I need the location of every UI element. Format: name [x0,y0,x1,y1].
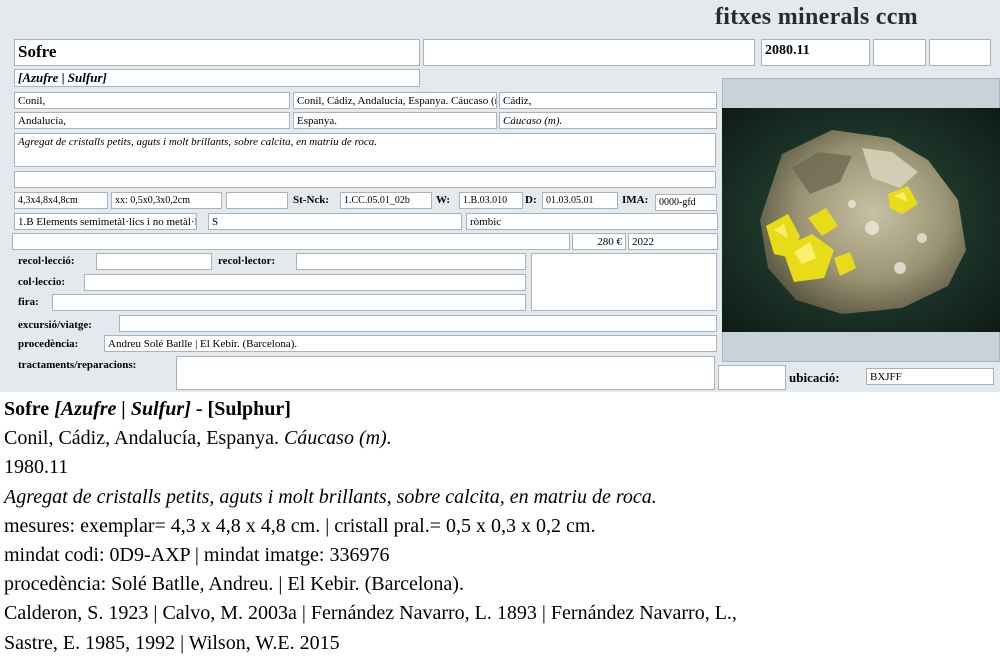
recoleccio-field[interactable] [96,253,212,270]
code-extra-field-1[interactable] [873,39,926,66]
strunz-label: St-Nck: [293,194,330,206]
tractaments-field[interactable] [176,356,715,390]
notes-box[interactable] [531,253,717,311]
formula-field[interactable]: S [208,213,462,230]
recolector-field[interactable] [296,253,526,270]
record-summary: Sofre [Azufre | Sulfur] - [Sulphur] Coni… [4,395,996,658]
summary-mesures: mesures: exemplar= 4,3 x 4,8 x 4,8 cm. |… [4,514,596,537]
year-field[interactable]: 2022 [628,233,718,250]
procedencia-field[interactable]: Andreu Solé Batlle | El Kebir. (Barcelon… [104,335,717,352]
locality-field-5[interactable]: Cáucaso (m). [499,112,717,129]
price-field[interactable]: 280 € [572,233,626,250]
summary-title: Sofre [Azufre | Sulfur] - [Sulphur] [4,395,996,424]
summary-references-1: Calderon, S. 1923 | Calvo, M. 2003a | Fe… [4,602,737,625]
summary-mindat: mindat codi: 0D9-AXP | mindat imatge: 33… [4,544,390,567]
ima-field[interactable]: 0000-gfd [655,194,717,211]
tractaments-label: tractaments/reparacions: [18,359,137,371]
brand-title: fitxes minerals ccm [715,4,918,30]
description-field[interactable]: Agregat de cristalls petits, aguts i mol… [14,133,716,167]
ubicacio-field[interactable]: BXJFF [866,368,994,385]
summary-separator: - [190,398,208,420]
mineral-name-field[interactable]: Sofre [14,39,420,66]
excursio-field[interactable] [119,315,717,332]
size-extra-field[interactable] [226,192,288,209]
locality-field-2[interactable]: Cádiz, [499,92,717,109]
summary-references-2: Sastre, E. 1985, 1992 | Wilson, W.E. 201… [4,631,340,654]
recolector-label: recol·lector: [218,255,276,267]
ima-label: IMA: [622,194,649,206]
summary-english-name: [Sulphur] [207,398,291,420]
locality-field-4[interactable]: Espanya. [293,112,497,129]
locality-full-field[interactable]: Conil, Cádiz, Andalucía, Espanya. Cáucas… [293,92,497,109]
locality-field-3[interactable]: Andalucía, [14,112,290,129]
summary-name: Sofre [4,398,50,420]
specimen-size-field[interactable]: 4,3x4,8x4,8cm [14,192,108,209]
colleccio-field[interactable] [84,274,526,291]
mineral-photo[interactable] [722,108,1000,332]
fira-label: fira: [18,296,39,308]
procedencia-label: procedència: [18,338,79,350]
w-label: W: [436,194,451,206]
summary-locality-italic: Cáucaso (m). [283,427,392,450]
misc-field[interactable] [12,233,570,250]
name-extra-field[interactable] [423,39,755,66]
summary-locality: Conil, Cádiz, Andalucía, Espanya. [4,427,279,450]
summary-number: 1980.11 [4,456,69,479]
ubicacio-label: ubicació: [789,370,840,385]
ubicacio-blank-field[interactable] [718,365,786,390]
d-field[interactable]: 01.03.05.01 [542,192,618,209]
colleccio-label: col·leccio: [18,276,66,288]
class-field[interactable]: 1.B Elements semimetàl·lics i no metàl·l… [14,213,197,230]
summary-synonyms: [Azufre | Sulfur] [54,398,191,420]
summary-procedencia: procedència: Solé Batlle, Andreu. | El K… [4,573,464,596]
recoleccio-label: recol·lecció: [18,255,75,267]
fira-field[interactable] [52,294,526,311]
locality-field-1[interactable]: Conil, [14,92,290,109]
notes-field[interactable] [14,171,716,188]
code-extra-field-2[interactable] [929,39,991,66]
excursio-label: excursió/viatge: [18,319,92,331]
summary-description: Agregat de cristalls petits, aguts i mol… [4,485,657,508]
crystal-size-field[interactable]: xx: 0,5x0,3x0,2cm [111,192,222,209]
crystal-system-field[interactable]: ròmbic [466,213,718,230]
strunz-field[interactable]: 1.CC.05.01_02b [340,192,432,209]
d-label: D: [525,194,537,206]
record-form: fitxes minerals ccm Sofre 2080.11 [Azufr… [0,0,1000,392]
specimen-code-field[interactable]: 2080.11 [761,39,870,66]
synonyms-field[interactable]: [Azufre | Sulfur] [14,69,420,87]
w-field[interactable]: 1.B.03.010 [459,192,523,209]
summary-locality-line: Conil, Cádiz, Andalucía, Espanya. Cáucas… [4,424,996,453]
